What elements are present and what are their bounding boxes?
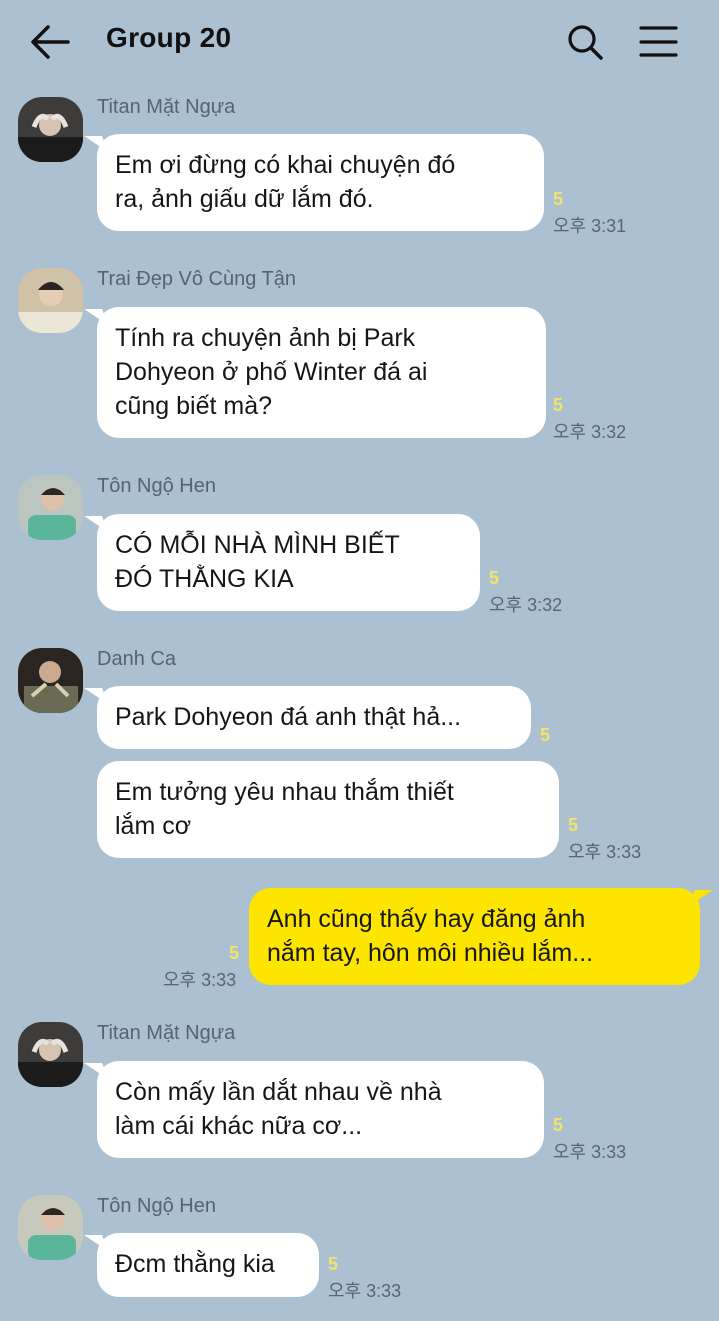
sender-name: Trai Đẹp Vô Cùng Tận xyxy=(97,268,296,290)
unread-count: 5 xyxy=(553,1115,564,1135)
unread-count: 5 xyxy=(328,1254,339,1274)
menu-button[interactable] xyxy=(638,22,680,62)
arrow-left-icon xyxy=(31,25,70,59)
sender-name: Tôn Ngộ Hen xyxy=(97,475,216,497)
avatar-photo-icon xyxy=(18,648,83,713)
message-bubble[interactable]: Đcm thằng kia xyxy=(97,1233,319,1297)
avatar[interactable] xyxy=(18,268,83,333)
my-message-bubble[interactable]: Anh cũng thấy hay đăng ảnh nắm tay, hôn … xyxy=(249,888,700,985)
avatar[interactable] xyxy=(18,648,83,713)
hamburger-menu-icon xyxy=(639,26,678,57)
sender-name: Danh Ca xyxy=(97,648,176,670)
message-time: 오후 3:32 xyxy=(489,595,563,615)
message-bubble[interactable]: Còn mấy lần dắt nhau về nhà làm cái khác… xyxy=(97,1061,544,1158)
message-bubble[interactable]: Em ơi đừng có khai chuyện đó ra, ảnh giấ… xyxy=(97,134,544,231)
back-button[interactable] xyxy=(28,20,74,64)
sender-name: Titan Mặt Ngựa xyxy=(97,96,236,118)
message-bubble[interactable]: Em tưởng yêu nhau thắm thiết lắm cơ xyxy=(97,761,559,858)
message-time: 오후 3:33 xyxy=(328,1281,402,1301)
avatar-photo-icon xyxy=(18,1022,83,1087)
message-bubble[interactable]: Tính ra chuyện ảnh bị Park Dohyeon ở phố… xyxy=(97,307,546,438)
avatar-photo-icon xyxy=(18,97,83,162)
avatar[interactable] xyxy=(18,97,83,162)
avatar[interactable] xyxy=(18,475,83,540)
message-bubble[interactable]: Park Dohyeon đá anh thật hả... xyxy=(97,686,531,749)
unread-count: 5 xyxy=(553,395,564,415)
message-time: 오후 3:32 xyxy=(553,422,627,442)
unread-count: 5 xyxy=(553,189,564,209)
avatar[interactable] xyxy=(18,1195,83,1260)
search-button[interactable] xyxy=(564,20,606,64)
message-time: 오후 3:33 xyxy=(553,1142,627,1162)
sender-name: Titan Mặt Ngựa xyxy=(97,1022,236,1044)
chat-title: Group 20 xyxy=(106,22,232,53)
message-bubble[interactable]: CÓ MỖI NHÀ MÌNH BIẾT ĐÓ THẰNG KIA xyxy=(97,514,480,611)
unread-count: 5 xyxy=(568,815,579,835)
unread-count: 5 xyxy=(229,943,240,963)
avatar-photo-icon xyxy=(18,1195,83,1260)
chat-header: Group 20 xyxy=(0,0,719,84)
avatar-photo-icon xyxy=(18,475,83,540)
unread-count: 5 xyxy=(489,568,500,588)
message-time: 오후 3:33 xyxy=(568,842,642,862)
search-icon xyxy=(568,25,603,60)
message-time: 오후 3:33 xyxy=(163,970,237,990)
unread-count: 5 xyxy=(540,725,551,745)
avatar-photo-icon xyxy=(18,268,83,333)
message-time: 오후 3:31 xyxy=(553,216,627,236)
avatar[interactable] xyxy=(18,1022,83,1087)
sender-name: Tôn Ngộ Hen xyxy=(97,1195,216,1217)
